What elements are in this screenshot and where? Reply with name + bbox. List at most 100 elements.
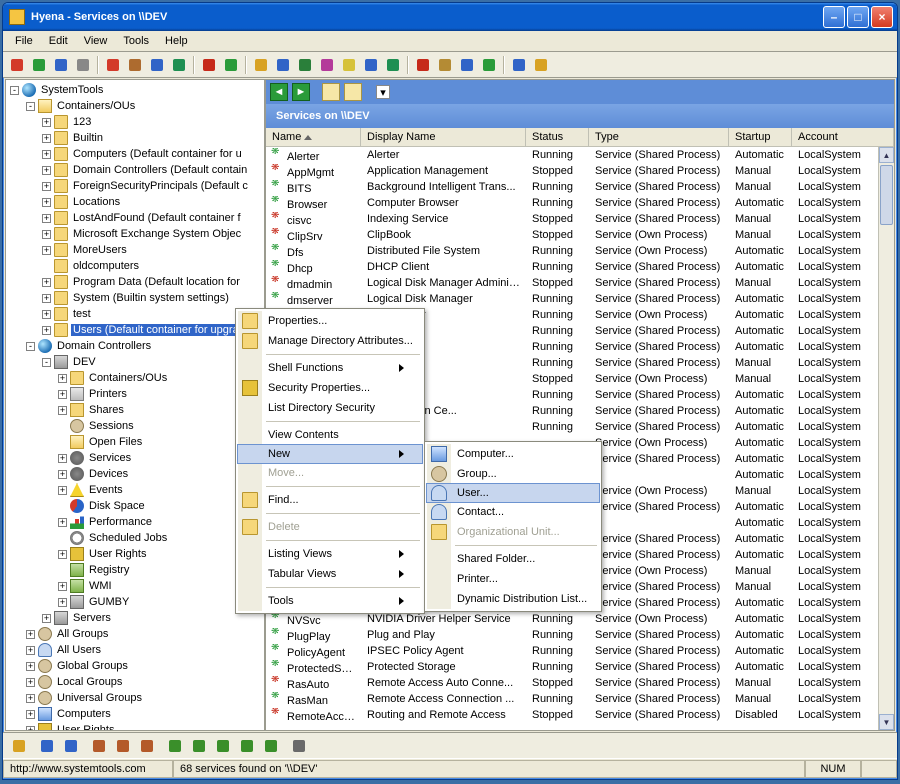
tree-item[interactable]: Sessions [6,418,264,434]
context-menu[interactable]: Properties...Manage Directory Attributes… [235,308,425,614]
tree-item[interactable]: Registry [6,562,264,578]
tree-item[interactable]: +Devices [6,466,264,482]
toolbar-button[interactable] [137,736,157,756]
tree-item[interactable]: +All Users [6,642,264,658]
service-row[interactable]: ClipSrvClipBookStoppedService (Own Proce… [266,227,894,243]
tree-item[interactable]: +Global Groups [6,658,264,674]
toolbar-button[interactable] [361,55,381,75]
toolbar-button[interactable] [189,736,209,756]
tree-item[interactable]: +Containers/OUs [6,370,264,386]
view-table-button[interactable] [344,83,362,101]
service-row[interactable]: PlugPlayPlug and PlayRunningService (Sha… [266,627,894,643]
menu-file[interactable]: File [7,33,41,49]
toolbar-button[interactable] [221,55,241,75]
scroll-up-arrow-icon[interactable]: ▲ [879,147,894,163]
menu-item[interactable]: Printer... [427,569,599,589]
menu-item[interactable]: Dynamic Distribution List... [427,589,599,609]
toolbar-button[interactable] [339,55,359,75]
tree-item[interactable]: +MoreUsers [6,242,264,258]
tree-item[interactable]: +Services [6,450,264,466]
toolbar-button[interactable] [317,55,337,75]
toolbar-button[interactable] [147,55,167,75]
toolbar-button[interactable] [479,55,499,75]
column-header-status[interactable]: Status [526,128,589,146]
toolbar-button[interactable] [125,55,145,75]
toolbar-button[interactable] [261,736,281,756]
tree-item[interactable]: +Program Data (Default location for [6,274,264,290]
tree-item[interactable]: +Local Groups [6,674,264,690]
service-row[interactable]: RasAutoRemote Access Auto Conne...Stoppe… [266,675,894,691]
tree-item[interactable]: +User Rights [6,722,264,730]
toolbar-button[interactable] [165,736,185,756]
tree-item[interactable]: +User Rights [6,546,264,562]
column-header-type[interactable]: Type [589,128,729,146]
toolbar-button[interactable] [383,55,403,75]
service-row[interactable]: BITSBackground Intelligent Trans...Runni… [266,179,894,195]
tree-item[interactable]: +Printers [6,386,264,402]
menu-item[interactable]: Shared Folder... [427,549,599,569]
menu-help[interactable]: Help [157,33,196,49]
menu-item[interactable]: View Contents [238,425,422,445]
menu-edit[interactable]: Edit [41,33,76,49]
toolbar-button[interactable] [289,736,309,756]
menu-item[interactable]: Find... [238,490,422,510]
tree-item[interactable]: Open Files [6,434,264,450]
menu-view[interactable]: View [76,33,116,49]
menu-item[interactable]: Tabular Views [238,564,422,584]
menu-item[interactable]: Listing Views [238,544,422,564]
tree-item[interactable]: oldcomputers [6,258,264,274]
service-row[interactable]: dmserverLogical Disk ManagerRunningServi… [266,291,894,307]
titlebar[interactable]: Hyena - Services on \\DEV – □ × [3,3,897,31]
nav-back-button[interactable]: ◄ [270,83,288,101]
toolbar-button[interactable] [103,55,123,75]
toolbar-button[interactable] [9,736,29,756]
service-row[interactable]: AppMgmtApplication ManagementStoppedServ… [266,163,894,179]
menu-item[interactable]: Shell Functions [238,358,422,378]
toolbar-button[interactable] [237,736,257,756]
column-header-acct[interactable]: Account [792,128,894,146]
menu-item[interactable]: Tools [238,591,422,611]
tree-item[interactable]: -DEV [6,354,264,370]
tree-item[interactable]: -Domain Controllers [6,338,264,354]
service-row[interactable]: RasManRemote Access Connection ...Runnin… [266,691,894,707]
menu-item[interactable]: Properties... [238,311,422,331]
toolbar-button[interactable] [73,55,93,75]
tree-item[interactable]: +Builtin [6,130,264,146]
menu-item[interactable]: List Directory Security [238,398,422,418]
menu-item[interactable]: User... [426,483,600,503]
menu-item[interactable]: Contact... [427,502,599,522]
tree-item[interactable]: +WMI [6,578,264,594]
toolbar-button[interactable] [509,55,529,75]
menu-item[interactable]: Group... [427,464,599,484]
vertical-scrollbar[interactable]: ▲ ▼ [878,147,894,730]
tree-item[interactable]: +Users (Default container for upgra [6,322,264,338]
scroll-down-arrow-icon[interactable]: ▼ [879,714,894,730]
view-icon-button[interactable] [322,83,340,101]
menu-item[interactable]: Computer... [427,444,599,464]
maximize-button[interactable]: □ [847,6,869,28]
tree-item[interactable]: +All Groups [6,626,264,642]
tree-item[interactable]: +Domain Controllers (Default contain [6,162,264,178]
scroll-thumb[interactable] [880,165,893,225]
service-row[interactable]: AlerterAlerterRunningService (Shared Pro… [266,147,894,163]
tree-item[interactable]: -Containers/OUs [6,98,264,114]
tree-item[interactable]: -SystemTools [6,82,264,98]
service-row[interactable]: ProtectedSto...Protected StorageRunningS… [266,659,894,675]
toolbar-button[interactable] [61,736,81,756]
tree-pane[interactable]: -SystemTools-Containers/OUs+123+Builtin +… [5,79,265,731]
toolbar-button[interactable] [199,55,219,75]
toolbar-button[interactable] [457,55,477,75]
toolbar-button[interactable] [169,55,189,75]
menu-item[interactable]: New [237,444,423,464]
tree-item[interactable]: +123 [6,114,264,130]
menu-tools[interactable]: Tools [115,33,157,49]
toolbar-button[interactable] [29,55,49,75]
toolbar-button[interactable] [531,55,551,75]
service-row[interactable]: BrowserComputer BrowserRunningService (S… [266,195,894,211]
tree[interactable]: -SystemTools-Containers/OUs+123+Builtin +… [6,80,264,730]
service-row[interactable]: dmadminLogical Disk Manager Adminis...St… [266,275,894,291]
toolbar-button[interactable] [7,55,27,75]
tree-item[interactable]: +test [6,306,264,322]
tree-item[interactable]: +Events [6,482,264,498]
toolbar-button[interactable] [89,736,109,756]
